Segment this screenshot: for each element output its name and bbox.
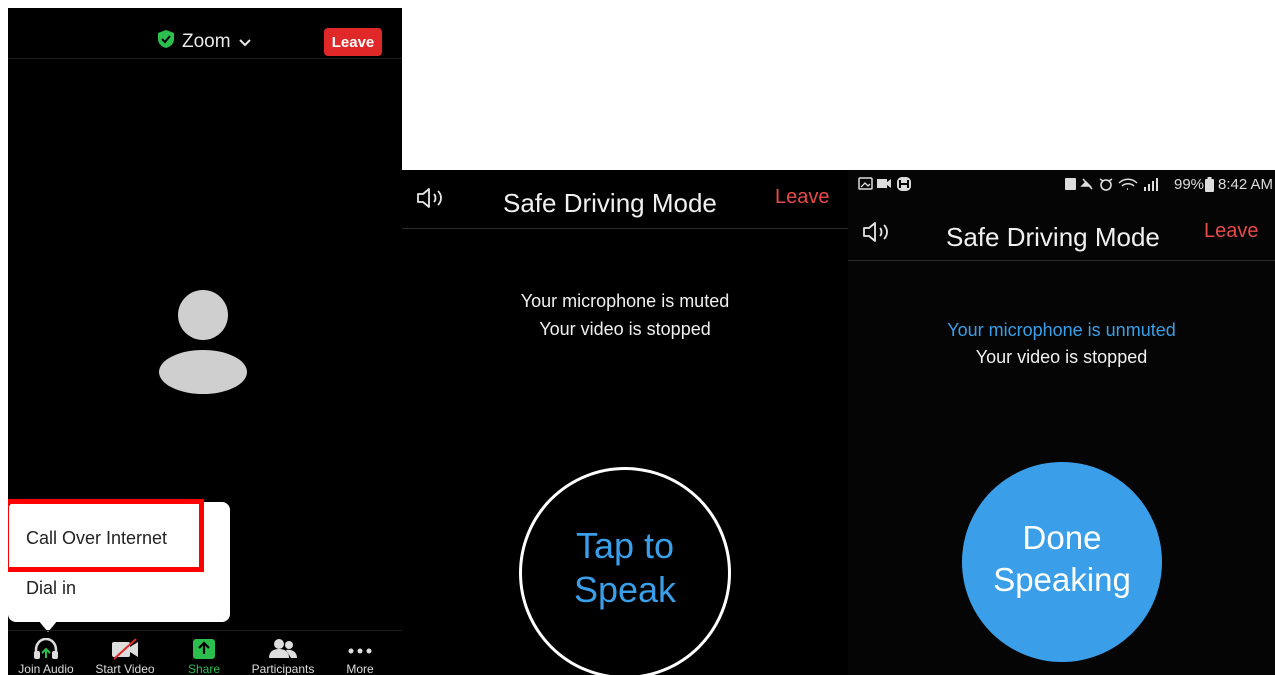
- done-speaking-button[interactable]: Done Speaking: [962, 462, 1162, 662]
- driving-mode-header: Safe Driving Mode Leave: [402, 170, 848, 229]
- join-audio-button[interactable]: Join Audio: [8, 631, 84, 675]
- driving-mode-muted-screen: Safe Driving Mode Leave Your microphone …: [402, 170, 848, 675]
- meeting-app-name: Zoom: [182, 31, 231, 52]
- video-off-icon: [87, 638, 163, 660]
- headphones-icon: [8, 638, 84, 660]
- meeting-header: Zoom Leave: [8, 8, 402, 59]
- participant-avatar-icon: [158, 290, 248, 400]
- leave-button[interactable]: Leave: [775, 186, 830, 209]
- video-status: Your video is stopped: [539, 319, 711, 339]
- share-label: Share: [187, 662, 221, 675]
- start-video-button[interactable]: Start Video: [87, 631, 163, 675]
- shield-check-icon: [158, 30, 174, 54]
- tap-to-speak-line1: Tap to: [575, 525, 675, 566]
- speaker-icon[interactable]: [862, 220, 892, 249]
- notification-icons: [858, 176, 916, 196]
- more-icon: [322, 638, 398, 660]
- video-status: Your video is stopped: [975, 347, 1148, 367]
- battery-percent: 99%: [1174, 176, 1205, 193]
- join-audio-label: Join Audio: [18, 662, 74, 675]
- participants-icon: [245, 638, 321, 660]
- driving-mode-header: Safe Driving Mode Leave: [848, 198, 1275, 261]
- chevron-down-icon: [238, 31, 251, 53]
- page-title: Safe Driving Mode: [946, 222, 1160, 252]
- share-icon: [166, 638, 242, 660]
- status-icons: [1064, 176, 1172, 196]
- share-button[interactable]: Share: [166, 631, 242, 675]
- start-video-label: Start Video: [95, 662, 155, 675]
- dial-in-option[interactable]: Dial in: [26, 578, 76, 599]
- driving-mode-unmuted-screen: 99% 8:42 AM Safe Driving Mode Leave Your…: [848, 170, 1275, 675]
- done-speaking-line2: Speaking: [993, 561, 1131, 598]
- page-title: Safe Driving Mode: [503, 188, 717, 218]
- meeting-toolbar: Join Audio Start Video Share Participant…: [8, 630, 402, 675]
- meeting-title-dropdown[interactable]: Zoom: [158, 28, 251, 56]
- microphone-status: Your microphone is muted: [520, 291, 730, 311]
- leave-button[interactable]: Leave: [1204, 220, 1259, 243]
- participants-button[interactable]: Participants: [245, 631, 321, 675]
- participants-label: Participants: [251, 662, 315, 675]
- microphone-status: Your microphone is unmuted: [947, 320, 1176, 340]
- tap-to-speak-button[interactable]: Tap to Speak: [519, 467, 731, 675]
- android-status-bar: 99% 8:42 AM: [848, 170, 1275, 198]
- battery-icon: [1205, 177, 1214, 196]
- done-speaking-line1: Done: [1022, 519, 1102, 556]
- leave-button[interactable]: Leave: [324, 28, 382, 56]
- clock: 8:42 AM: [1218, 176, 1274, 193]
- tap-to-speak-line2: Speak: [573, 569, 677, 610]
- more-label: More: [346, 662, 374, 675]
- meeting-screen: Zoom Leave Call Over Internet Dial in Jo…: [8, 8, 402, 675]
- speaker-icon[interactable]: [416, 186, 446, 215]
- more-button[interactable]: More: [322, 631, 398, 675]
- highlight-box: [8, 499, 204, 572]
